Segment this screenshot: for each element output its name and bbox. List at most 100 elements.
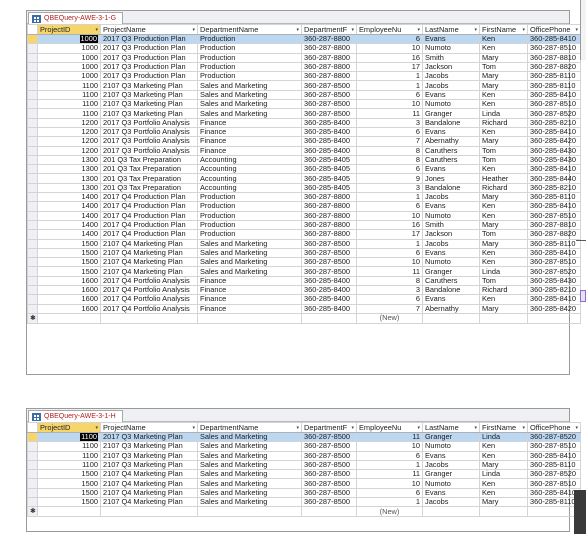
table-cell[interactable] <box>479 312 528 324</box>
table-cell[interactable]: Production <box>197 201 302 212</box>
table-cell[interactable]: 360-285-8110 <box>527 80 581 91</box>
table-row[interactable]: 1000 2017 Q3 Production Plan Production 360… <box>27 43 581 54</box>
table-cell[interactable]: 2107 Q4 Marketing Plan <box>100 266 198 277</box>
table-row[interactable]: 1100 2107 Q3 Marketing Plan Sales and Mark… <box>27 99 581 110</box>
column-header[interactable]: DepartmentF ▾ <box>301 24 357 35</box>
table-cell[interactable]: 1000 <box>37 52 101 63</box>
table-cell[interactable]: 360-285-8410 <box>527 89 581 101</box>
table-cell[interactable]: Tom <box>479 229 528 240</box>
table-cell[interactable]: 10 <box>356 99 423 110</box>
column-header[interactable]: FirstName ▾ <box>479 422 528 433</box>
table-cell[interactable] <box>301 312 357 324</box>
record-selector[interactable] <box>27 441 38 452</box>
table-cell[interactable]: Richard <box>479 284 528 296</box>
table-cell[interactable]: Caruthers <box>422 275 480 287</box>
table-cell[interactable]: 10 <box>356 210 423 221</box>
record-selector[interactable] <box>27 201 38 212</box>
table-cell[interactable]: 2107 Q4 Marketing Plan <box>100 478 198 489</box>
record-selector[interactable] <box>27 89 38 101</box>
table-cell[interactable]: 1600 <box>37 303 101 314</box>
record-selector[interactable] <box>27 136 38 147</box>
table-cell[interactable]: Jacobs <box>422 192 480 203</box>
table-cell[interactable]: 360-287-8500 <box>301 238 357 249</box>
table-cell[interactable]: 360-287-8500 <box>301 497 357 508</box>
record-selector[interactable] <box>27 145 38 156</box>
table-cell[interactable]: Ken <box>479 294 528 305</box>
record-selector[interactable] <box>27 117 38 128</box>
table-cell[interactable]: 360-287-8500 <box>301 450 357 461</box>
table-cell[interactable] <box>37 312 101 324</box>
table-cell[interactable]: Ken <box>479 478 528 489</box>
table-cell[interactable]: 11 <box>356 431 423 443</box>
table-cell[interactable]: 360-285-8400 <box>301 303 357 314</box>
table-cell[interactable]: 360-287-8500 <box>301 478 357 489</box>
table-cell[interactable]: 1 <box>356 497 423 508</box>
table-row[interactable]: 1600 2017 Q4 Portfolio Analysis Finance 360… <box>27 303 581 314</box>
table-cell[interactable]: Ken <box>479 33 528 45</box>
column-header[interactable]: ProjectID ▾ <box>37 422 101 433</box>
table-cell[interactable]: 2017 Q4 Production Plan <box>100 219 198 231</box>
table-cell[interactable]: 2107 Q3 Marketing Plan <box>100 441 198 452</box>
table-cell[interactable]: Production <box>197 71 302 82</box>
table-row[interactable]: 1400 2017 Q4 Production Plan Production 360… <box>27 229 581 240</box>
active-cell-value[interactable]: 1100 <box>80 433 98 441</box>
table-cell[interactable]: Finance <box>197 275 302 287</box>
new-record-label[interactable]: (New) <box>356 312 423 324</box>
table-cell[interactable]: Finance <box>197 136 302 147</box>
table-cell[interactable]: 2017 Q4 Production Plan <box>100 210 198 221</box>
table-cell[interactable]: 360-285-8400 <box>301 284 357 296</box>
table-cell[interactable]: 360-285-8410 <box>527 164 581 175</box>
table-row[interactable]: 1300 201 Q3 Tax Preparation Accounting 360-… <box>27 154 581 166</box>
table-cell[interactable]: 360-285-8400 <box>301 294 357 305</box>
table-cell[interactable]: 1100 <box>37 431 101 443</box>
table-cell[interactable]: 1500 <box>37 487 101 499</box>
table-cell[interactable]: 1 <box>356 459 423 471</box>
column-header[interactable]: FirstName ▾ <box>479 24 528 35</box>
table-cell[interactable]: Jackson <box>422 229 480 240</box>
table-cell[interactable]: 360-285-8110 <box>527 71 581 82</box>
table-cell[interactable]: 6 <box>356 247 423 259</box>
table-cell[interactable]: Bandalone <box>422 182 480 194</box>
table-cell[interactable]: 1 <box>356 238 423 249</box>
table-cell[interactable]: Bandalone <box>422 117 480 128</box>
record-selector[interactable] <box>27 164 38 175</box>
table-cell[interactable]: 2017 Q3 Production Plan <box>100 43 198 54</box>
table-cell[interactable]: 360-285-8410 <box>527 294 581 305</box>
table-row[interactable]: 1000 2017 Q3 Production Plan Production 360… <box>27 33 581 45</box>
table-cell[interactable]: 2107 Q3 Marketing Plan <box>100 99 198 110</box>
record-selector[interactable] <box>27 497 38 508</box>
table-cell[interactable]: 360-285-8420 <box>527 303 581 314</box>
sort-filter-dropdown-icon[interactable]: ▾ <box>296 424 299 432</box>
table-cell[interactable]: 360-287-8800 <box>301 52 357 63</box>
table-cell[interactable]: 2017 Q4 Production Plan <box>100 192 198 203</box>
table-cell[interactable]: 6 <box>356 487 423 499</box>
table-cell[interactable]: Accounting <box>197 164 302 175</box>
table-cell[interactable]: 2017 Q4 Portfolio Analysis <box>100 284 198 296</box>
table-cell[interactable]: Sales and Marketing <box>197 266 302 277</box>
table-cell[interactable]: Mary <box>479 497 528 508</box>
table-cell[interactable]: Sales and Marketing <box>197 431 302 443</box>
table-cell[interactable]: 360-285-8410 <box>527 33 581 45</box>
table-cell[interactable]: Accounting <box>197 154 302 166</box>
table-cell[interactable]: Mary <box>479 219 528 231</box>
table-cell[interactable]: Evans <box>422 201 480 212</box>
table-row[interactable]: 1100 2107 Q3 Marketing Plan Sales and Mark… <box>27 441 581 452</box>
table-cell[interactable]: 360-287-8510 <box>527 257 581 268</box>
table-cell[interactable] <box>479 506 528 518</box>
sort-filter-dropdown-icon[interactable]: ▾ <box>522 424 525 432</box>
table-cell[interactable]: Mary <box>479 303 528 314</box>
sort-filter-dropdown-icon[interactable]: ▾ <box>95 26 98 34</box>
table-cell[interactable]: 1000 <box>37 61 101 73</box>
table-cell[interactable]: 360-287-8510 <box>527 441 581 452</box>
table-cell[interactable]: Numoto <box>422 99 480 110</box>
record-selector[interactable] <box>27 487 38 499</box>
table-cell[interactable]: Sales and Marketing <box>197 469 302 480</box>
table-cell[interactable]: 360-285-8110 <box>527 192 581 203</box>
table-cell[interactable]: 1200 <box>37 126 101 138</box>
table-cell[interactable]: 1100 <box>37 450 101 461</box>
table-row[interactable]: 1200 2017 Q3 Portfolio Analysis Finance 360… <box>27 117 581 128</box>
table-cell[interactable]: Numoto <box>422 43 480 54</box>
table-cell[interactable]: Sales and Marketing <box>197 459 302 471</box>
table-cell[interactable]: 1100 <box>37 80 101 91</box>
table-cell[interactable]: Production <box>197 61 302 73</box>
